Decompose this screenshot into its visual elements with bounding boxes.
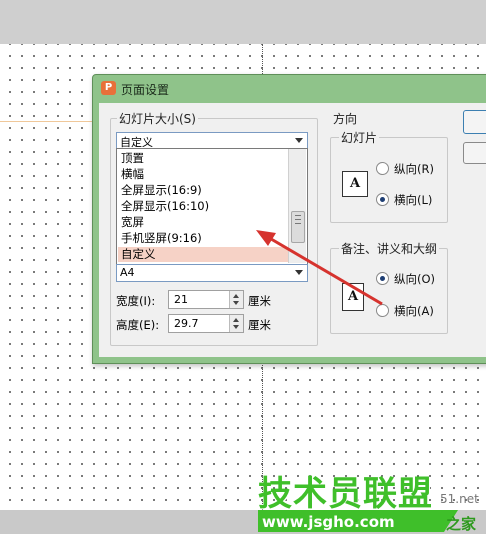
watermark-suffix: 之家 — [446, 515, 477, 533]
watermark-url: www.jsgho.com — [262, 513, 395, 531]
arrow-head — [256, 230, 276, 246]
annotation-arrow — [256, 230, 383, 306]
watermark-domain: 51.net — [440, 492, 479, 506]
watermark-brand: 技术员联盟 — [258, 474, 433, 514]
arrow-shaft — [265, 234, 383, 306]
